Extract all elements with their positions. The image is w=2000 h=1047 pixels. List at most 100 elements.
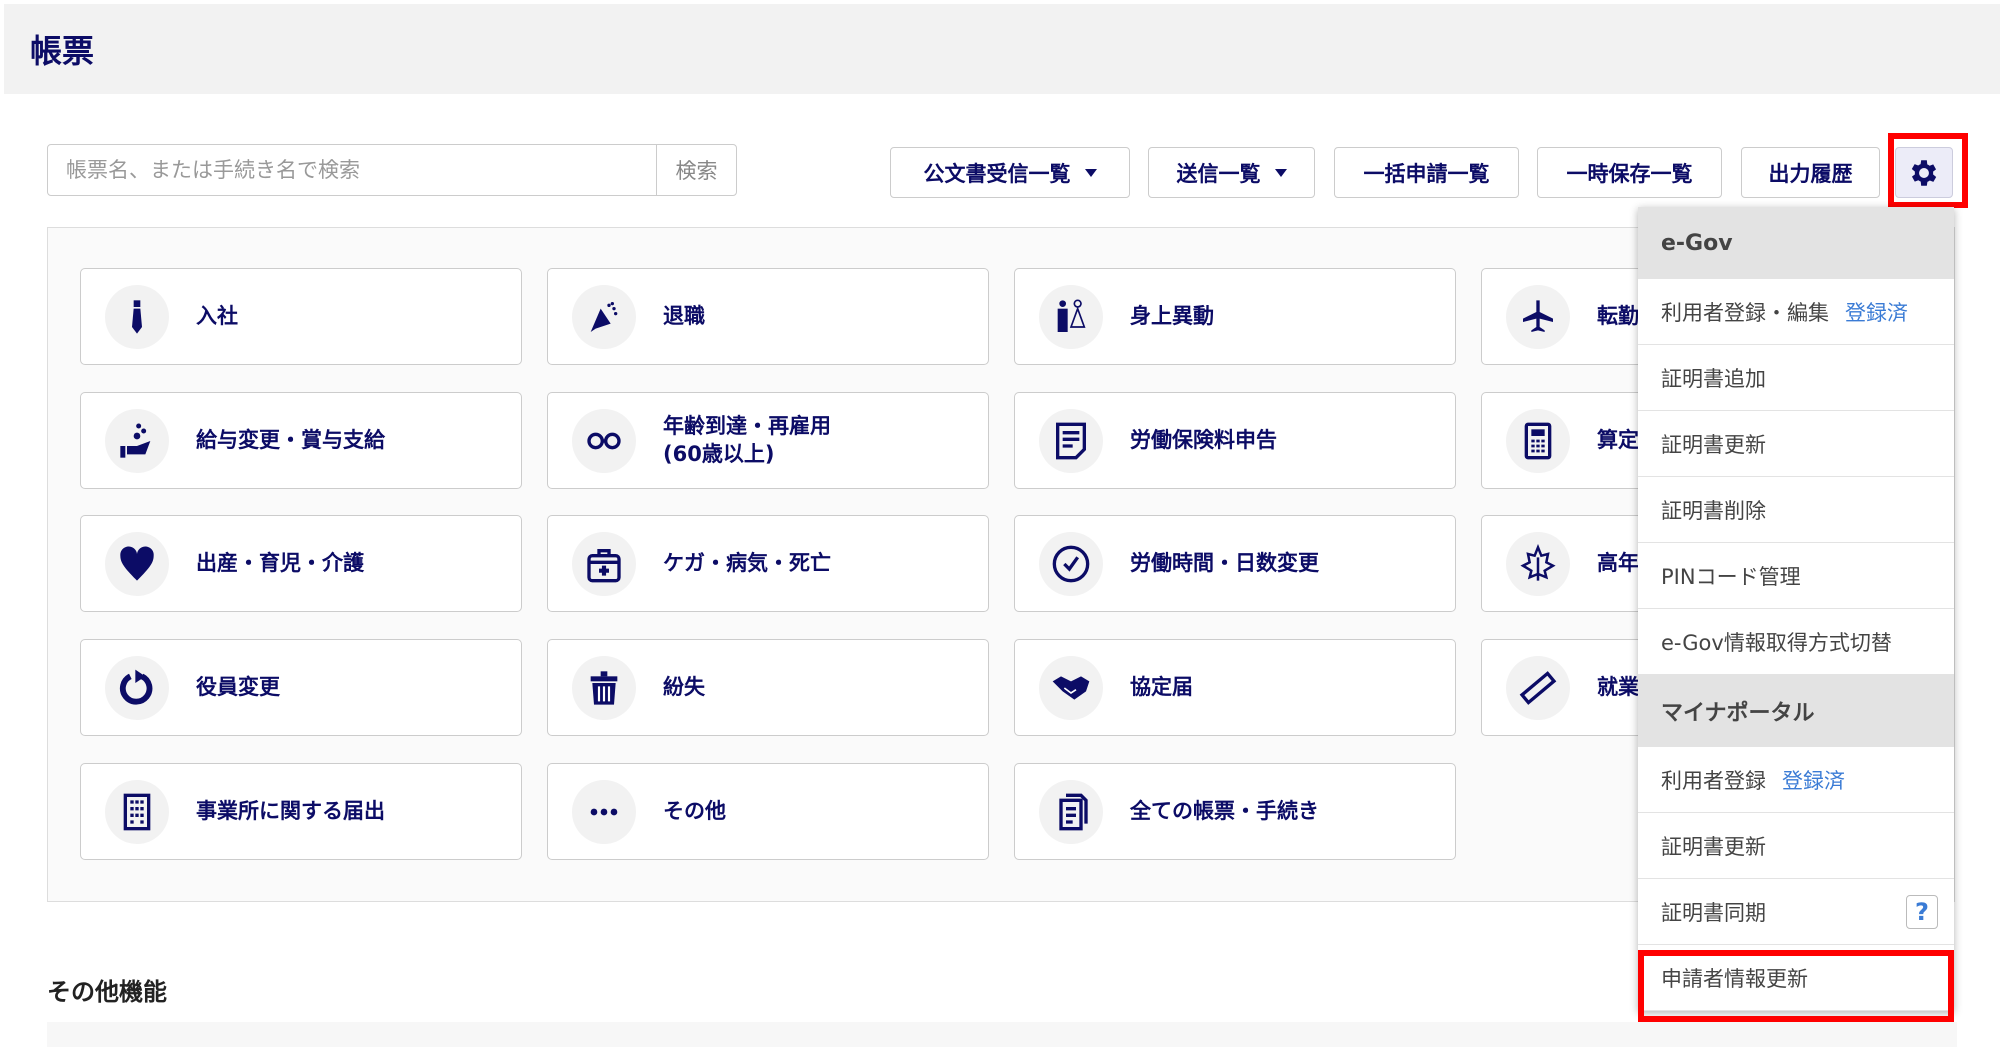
heart-icon	[105, 531, 169, 596]
form-card-label: 労働保険料申告	[1130, 427, 1277, 452]
toolbar-button-label: 一時保存一覧	[1566, 161, 1693, 186]
form-card-label: 就業	[1597, 674, 1639, 699]
form-card[interactable]: 紛失	[547, 639, 989, 736]
menu-item-label: 証明書更新	[1661, 432, 1766, 457]
ruler-icon	[1506, 655, 1570, 720]
document-icon	[1039, 408, 1103, 473]
menu-item-label: 利用者登録	[1661, 768, 1766, 793]
help-icon[interactable]: ?	[1906, 895, 1938, 929]
menu-item[interactable]: PINコード管理	[1638, 543, 1954, 609]
menu-item[interactable]: 証明書更新	[1638, 813, 1954, 879]
form-card[interactable]: 出産・育児・介護	[80, 515, 522, 612]
toolbar-button-label: 送信一覧	[1176, 161, 1261, 186]
menu-item[interactable]: 利用者登録・編集 登録済	[1638, 279, 1954, 345]
maple-leaf-icon	[1506, 531, 1570, 596]
menu-item-label: 証明書更新	[1661, 834, 1766, 859]
form-card-label: 年齢到達・再雇用 (60歳以上)	[663, 414, 831, 466]
registered-badge: 登録済	[1782, 768, 1845, 793]
page-title: 帳票	[30, 32, 95, 70]
search-button[interactable]: 検索	[656, 145, 736, 195]
form-card[interactable]: 事業所に関する届出	[80, 763, 522, 860]
form-card[interactable]: 身上異動	[1014, 268, 1456, 365]
tie-icon	[105, 284, 169, 349]
menu-item-label: 利用者登録・編集	[1661, 300, 1829, 325]
menu-item[interactable]: 証明書更新	[1638, 411, 1954, 477]
settings-menu: e-Gov 利用者登録・編集 登録済 証明書追加 証明書更新 証明書削除 PINコード管理 e…	[1638, 207, 1954, 1011]
form-card[interactable]: その他	[547, 763, 989, 860]
settings-button[interactable]	[1895, 147, 1953, 198]
gear-icon	[1911, 159, 1937, 186]
menu-item[interactable]: 証明書削除	[1638, 477, 1954, 543]
clock-icon	[1039, 531, 1103, 596]
menu-item[interactable]: 証明書同期?	[1638, 879, 1954, 945]
building-icon	[105, 779, 169, 844]
menu-item-label: e-Gov情報取得方式切替	[1661, 630, 1892, 655]
calculator-icon	[1506, 408, 1570, 473]
menu-item-label: PINコード管理	[1661, 564, 1801, 589]
toolbar-button-1[interactable]: 公文書受信一覧	[890, 147, 1130, 198]
form-card[interactable]: 労働保険料申告	[1014, 392, 1456, 489]
hand-coins-icon	[105, 408, 169, 473]
form-card-label: 労働時間・日数変更	[1130, 550, 1319, 575]
form-card-label: その他	[663, 798, 726, 823]
toolbar-button-label: 公文書受信一覧	[923, 161, 1071, 186]
menu-item-label: 証明書追加	[1661, 366, 1766, 391]
form-card-label: 事業所に関する届出	[196, 798, 385, 823]
menu-item-label: 証明書同期	[1661, 900, 1766, 925]
airplane-icon	[1506, 284, 1570, 349]
toolbar-button-4[interactable]: 一時保存一覧	[1537, 147, 1722, 198]
form-card[interactable]: 労働時間・日数変更	[1014, 515, 1456, 612]
menu-section-header: マイナポータル	[1638, 675, 1954, 747]
search-bar: 検索	[47, 144, 737, 196]
menu-item[interactable]: 申請者情報更新	[1638, 945, 1954, 1011]
other-features-title: その他機能	[47, 978, 167, 1006]
bouquet-icon	[572, 284, 636, 349]
menu-item-label: 申請者情報更新	[1661, 966, 1808, 991]
couple-icon	[1039, 284, 1103, 349]
toolbar-button-3[interactable]: 一括申請一覧	[1334, 147, 1519, 198]
form-card-label: 役員変更	[196, 674, 280, 699]
menu-item[interactable]: 証明書追加	[1638, 345, 1954, 411]
menu-item[interactable]: e-Gov情報取得方式切替	[1638, 609, 1954, 675]
form-card[interactable]: ケガ・病気・死亡	[547, 515, 989, 612]
form-card-label: 退職	[663, 303, 705, 328]
menu-section-header: e-Gov	[1638, 207, 1954, 279]
form-card[interactable]: 入社	[80, 268, 522, 365]
form-card-label: 身上異動	[1130, 303, 1214, 328]
form-card-label: 給与変更・賞与支給	[196, 427, 385, 452]
form-card-label: 転勤	[1597, 303, 1639, 328]
trash-icon	[572, 655, 636, 720]
registered-badge: 登録済	[1845, 300, 1908, 325]
search-input[interactable]	[48, 145, 656, 195]
form-card-label: 協定届	[1130, 674, 1193, 699]
refresh-icon	[105, 655, 169, 720]
toolbar-button-label: 一括申請一覧	[1363, 161, 1490, 186]
toolbar-button-2[interactable]: 送信一覧	[1148, 147, 1315, 198]
form-card[interactable]: 協定届	[1014, 639, 1456, 736]
toolbar-button-label: 出力履歴	[1768, 161, 1853, 186]
form-card-label: 高年	[1597, 550, 1639, 575]
menu-item-label: 証明書削除	[1661, 498, 1766, 523]
form-card-label: 全ての帳票・手続き	[1130, 798, 1319, 823]
handshake-icon	[1039, 655, 1103, 720]
form-card-label: 紛失	[663, 674, 705, 699]
form-card[interactable]: 年齢到達・再雇用 (60歳以上)	[547, 392, 989, 489]
form-card-label: 出産・育児・介護	[196, 550, 364, 575]
more-icon	[572, 779, 636, 844]
page-header: 帳票	[4, 4, 2000, 94]
toolbar-button-5[interactable]: 出力履歴	[1741, 147, 1880, 198]
form-card[interactable]: 全ての帳票・手続き	[1014, 763, 1456, 860]
caret-down-icon	[1274, 168, 1287, 177]
form-card[interactable]: 役員変更	[80, 639, 522, 736]
first-aid-icon	[572, 531, 636, 596]
form-card[interactable]: 給与変更・賞与支給	[80, 392, 522, 489]
other-features-area	[47, 1022, 1957, 1047]
documents-icon	[1039, 779, 1103, 844]
form-card-label: 算定	[1597, 427, 1639, 452]
glasses-icon	[572, 408, 636, 473]
form-card-label: ケガ・病気・死亡	[663, 550, 831, 575]
form-card-label: 入社	[196, 303, 238, 328]
form-card[interactable]: 退職	[547, 268, 989, 365]
caret-down-icon	[1084, 168, 1097, 177]
menu-item[interactable]: 利用者登録 登録済	[1638, 747, 1954, 813]
